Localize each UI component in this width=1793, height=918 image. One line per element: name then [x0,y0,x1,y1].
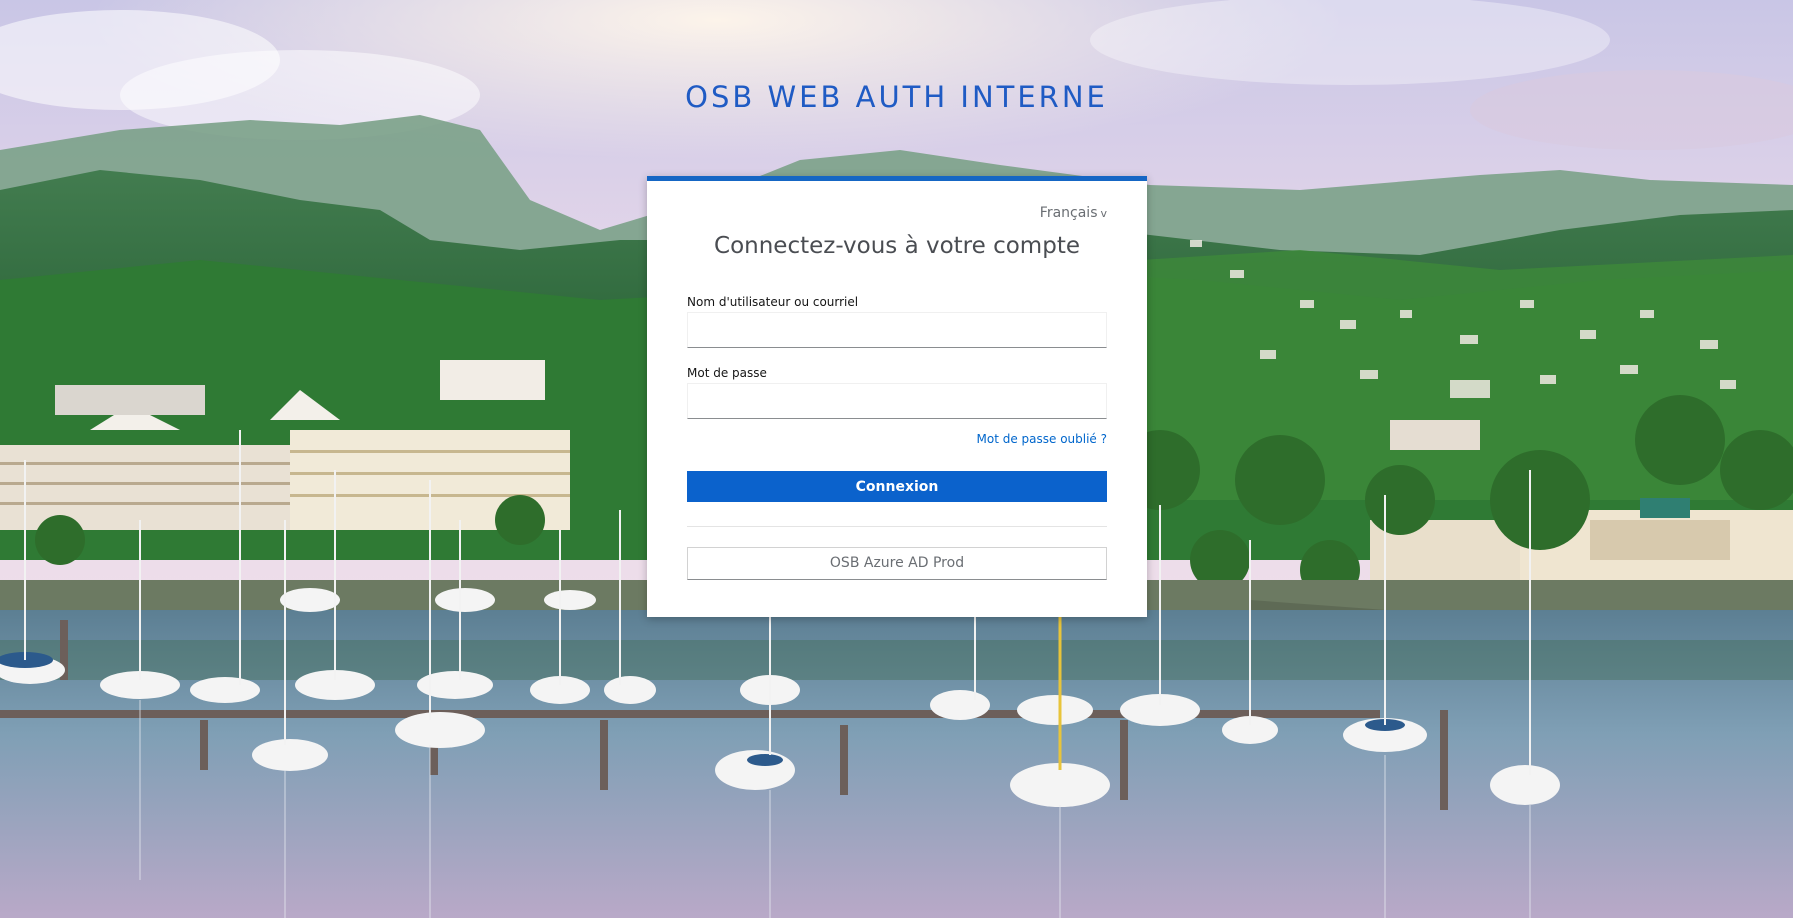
username-label: Nom d'utilisateur ou courriel [687,295,859,309]
divider [687,526,1107,527]
password-input[interactable] [687,383,1107,419]
chevron-down-icon: v [1100,207,1107,220]
username-input[interactable] [687,312,1107,348]
forgot-password-link[interactable]: Mot de passe oublié ? [977,432,1108,446]
login-button[interactable]: Connexion [687,471,1107,502]
realm-title: OSB WEB AUTH INTERNE [685,80,1108,114]
password-label: Mot de passe [687,366,767,380]
login-card: Français v Connectez-vous à votre compte … [647,176,1147,617]
locale-current-label: Français [1039,205,1098,221]
identity-provider-button-azure[interactable]: OSB Azure AD Prod [687,547,1107,580]
login-heading: Connectez-vous à votre compte [714,233,1080,259]
locale-dropdown[interactable]: Français v [1040,205,1107,221]
